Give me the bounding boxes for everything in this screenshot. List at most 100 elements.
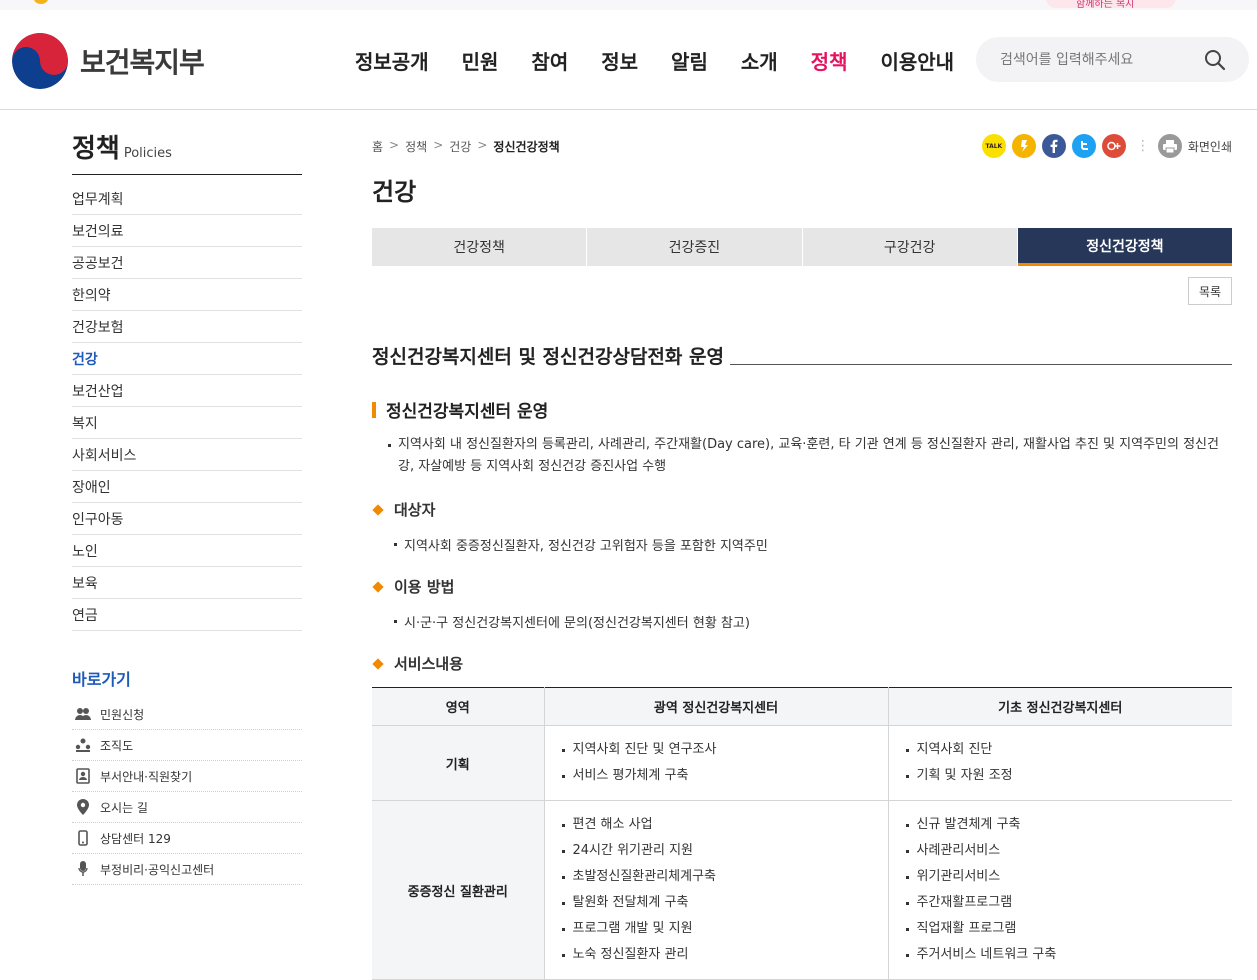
list-button[interactable]: 목록 bbox=[1188, 277, 1232, 305]
table-cell-wide: 지역사회 진단 및 연구조사 서비스 평가체계 구축 bbox=[544, 725, 889, 801]
target-heading-text: 대상자 bbox=[394, 501, 436, 519]
facebook-icon[interactable] bbox=[1041, 134, 1066, 158]
quick-link-civil-request[interactable]: 민원신청 bbox=[72, 699, 302, 730]
sidebar: 정책 Policies 업무계획 보건의료 공공보건 한의약 건강보험 건강 보건… bbox=[72, 128, 302, 885]
section-title-rule bbox=[729, 364, 1232, 365]
google-plus-icon[interactable] bbox=[1101, 134, 1126, 158]
table-list-item: 기획 및 자원 조정 bbox=[905, 763, 1232, 789]
sidebar-title-en: Policies bbox=[123, 146, 172, 161]
service-heading: 서비스내용 bbox=[372, 653, 463, 674]
kakaotalk-icon[interactable]: TALK bbox=[981, 134, 1006, 158]
sidebar-item-health-insurance[interactable]: 건강보험 bbox=[72, 311, 302, 343]
tab-oral-health[interactable]: 구강건강 bbox=[802, 228, 1018, 266]
quick-link-counseling-129[interactable]: 상담센터 129 bbox=[72, 823, 302, 854]
quick-link-report-center[interactable]: 부정비리·공익신고센터 bbox=[72, 854, 302, 885]
sidebar-item-health[interactable]: 건강 bbox=[72, 343, 302, 375]
twitter-icon[interactable] bbox=[1071, 134, 1096, 158]
breadcrumb-home[interactable]: 홈 bbox=[372, 138, 383, 155]
sidebar-item-population-children[interactable]: 인구아동 bbox=[72, 503, 302, 535]
table-list-item: 초발정신질환관리체계구축 bbox=[561, 864, 887, 890]
breadcrumb-separator: > bbox=[389, 138, 400, 152]
sidebar-item-pension[interactable]: 연금 bbox=[72, 599, 302, 631]
location-pin-icon bbox=[74, 798, 92, 816]
nav-item-about[interactable]: 소개 bbox=[741, 46, 778, 75]
top-utility-strip: 함께하는 복지 bbox=[0, 0, 1257, 10]
service-heading-text: 서비스내용 bbox=[394, 655, 464, 673]
sidebar-item-elderly[interactable]: 노인 bbox=[72, 535, 302, 567]
breadcrumb-separator: > bbox=[477, 138, 488, 152]
nav-item-info-disclosure[interactable]: 정보공개 bbox=[355, 46, 429, 75]
search-icon[interactable] bbox=[1204, 49, 1226, 71]
quick-link-label: 부정비리·공익신고센터 bbox=[100, 862, 215, 877]
table-cell-area: 중증정신 질환관리 bbox=[372, 800, 545, 980]
table-list-item: 위기관리서비스 bbox=[905, 864, 1232, 890]
sidebar-item-work-plan[interactable]: 업무계획 bbox=[72, 183, 302, 215]
tab-mental-health-policy[interactable]: 정신건강정책 bbox=[1017, 228, 1232, 266]
sidebar-item-korean-medicine[interactable]: 한의약 bbox=[72, 279, 302, 311]
quick-link-directions[interactable]: 오시는 길 bbox=[72, 792, 302, 823]
sidebar-title-ko: 정책 bbox=[72, 134, 120, 164]
table-list-item: 편견 해소 사업 bbox=[561, 812, 887, 838]
tab-health-policy[interactable]: 건강정책 bbox=[372, 228, 588, 266]
sidebar-item-public-health[interactable]: 공공보건 bbox=[72, 247, 302, 279]
divider-dots: ⋮ bbox=[1135, 138, 1150, 154]
center-description: 지역사회 내 정신질환자의 등록관리, 사례관리, 주간재활(Day care)… bbox=[388, 434, 1232, 478]
site-header: 보건복지부 정보공개 민원 참여 정보 알림 소개 정책 이용안내 bbox=[0, 10, 1257, 110]
quick-link-staff-search[interactable]: 부서안내·직원찾기 bbox=[72, 761, 302, 792]
nav-item-policy[interactable]: 정책 bbox=[811, 46, 848, 75]
nav-item-information[interactable]: 정보 bbox=[601, 46, 638, 75]
subsection-title-text: 정신건강복지센터 운영 bbox=[386, 402, 549, 422]
sidebar-menu: 업무계획 보건의료 공공보건 한의약 건강보험 건강 보건산업 복지 사회서비스… bbox=[72, 183, 302, 631]
kakaostory-icon[interactable] bbox=[1011, 134, 1036, 158]
table-list-item: 직업재활 프로그램 bbox=[905, 916, 1232, 942]
nav-item-news[interactable]: 알림 bbox=[671, 46, 708, 75]
nav-item-civil-service[interactable]: 민원 bbox=[462, 46, 499, 75]
sidebar-item-health-industry[interactable]: 보건산업 bbox=[72, 375, 302, 407]
table-header-row: 영역 광역 정신건강복지센터 기초 정신건강복지센터 bbox=[372, 687, 1232, 726]
target-heading: 대상자 bbox=[372, 499, 435, 520]
nav-item-guide[interactable]: 이용안내 bbox=[880, 46, 954, 75]
diamond-bullet-icon bbox=[372, 580, 384, 593]
quick-links: 민원신청 조직도 부서안내·직원찾기 오시는 길 상담센터 129 부정비리·공… bbox=[72, 699, 302, 885]
quick-link-org-chart[interactable]: 조직도 bbox=[72, 730, 302, 761]
quick-link-label: 조직도 bbox=[100, 738, 134, 753]
diamond-bullet-icon bbox=[372, 657, 384, 670]
quick-link-label: 부서안내·직원찾기 bbox=[100, 769, 193, 784]
quick-link-label: 상담센터 129 bbox=[100, 831, 171, 846]
sidebar-item-social-service[interactable]: 사회서비스 bbox=[72, 439, 302, 471]
tab-health-promotion[interactable]: 건강증진 bbox=[587, 228, 803, 266]
sidebar-item-healthcare[interactable]: 보건의료 bbox=[72, 215, 302, 247]
subsection-marker bbox=[372, 401, 376, 418]
table-list-item: 프로그램 개발 및 지원 bbox=[561, 916, 887, 942]
table-header-area: 영역 bbox=[372, 687, 545, 726]
print-button[interactable]: 화면인쇄 bbox=[1188, 138, 1232, 155]
section-title: 정신건강복지센터 및 정신건강상담전화 운영 bbox=[372, 342, 1232, 369]
print-icon[interactable] bbox=[1157, 134, 1182, 158]
sidebar-item-welfare[interactable]: 복지 bbox=[72, 407, 302, 439]
table-list-item: 노숙 정신질환자 관리 bbox=[561, 942, 887, 968]
quick-links-title: 바로가기 bbox=[72, 670, 131, 689]
table-row: 기획 지역사회 진단 및 연구조사 서비스 평가체계 구축 지역사회 진단 기획… bbox=[372, 725, 1232, 801]
diamond-bullet-icon bbox=[372, 503, 384, 516]
quick-link-label: 민원신청 bbox=[100, 707, 145, 722]
table-cell-basic: 지역사회 진단 기획 및 자원 조정 bbox=[888, 725, 1232, 801]
search-box bbox=[976, 37, 1249, 82]
table-list-item: 신규 발견체계 구축 bbox=[905, 812, 1232, 838]
global-nav: 정보공개 민원 참여 정보 알림 소개 정책 이용안내 bbox=[355, 46, 987, 75]
search-input[interactable] bbox=[998, 49, 1198, 71]
sidebar-item-childcare[interactable]: 보육 bbox=[72, 567, 302, 599]
subsection-title: 정신건강복지센터 운영 bbox=[372, 397, 548, 422]
nav-item-participation[interactable]: 참여 bbox=[531, 46, 568, 75]
breadcrumb-policy[interactable]: 정책 bbox=[405, 138, 427, 155]
table-list-item: 지역사회 진단 및 연구조사 bbox=[561, 737, 887, 763]
target-text: 지역사회 중증정신질환자, 정신건강 고위험자 등을 포함한 지역주민 bbox=[394, 535, 768, 554]
people-icon bbox=[74, 705, 92, 723]
promo-text: 함께하는 복지 bbox=[1076, 0, 1135, 10]
mobile-phone-icon bbox=[74, 829, 92, 847]
breadcrumb-health[interactable]: 건강 bbox=[449, 138, 471, 155]
table-list-item: 서비스 평가체계 구축 bbox=[561, 763, 887, 789]
table-cell-wide: 편견 해소 사업 24시간 위기관리 지원 초발정신질환관리체계구축 탈원화 전… bbox=[544, 800, 889, 980]
breadcrumb-separator: > bbox=[433, 138, 444, 152]
sidebar-item-disabled[interactable]: 장애인 bbox=[72, 471, 302, 503]
site-logo[interactable]: 보건복지부 bbox=[12, 33, 205, 89]
